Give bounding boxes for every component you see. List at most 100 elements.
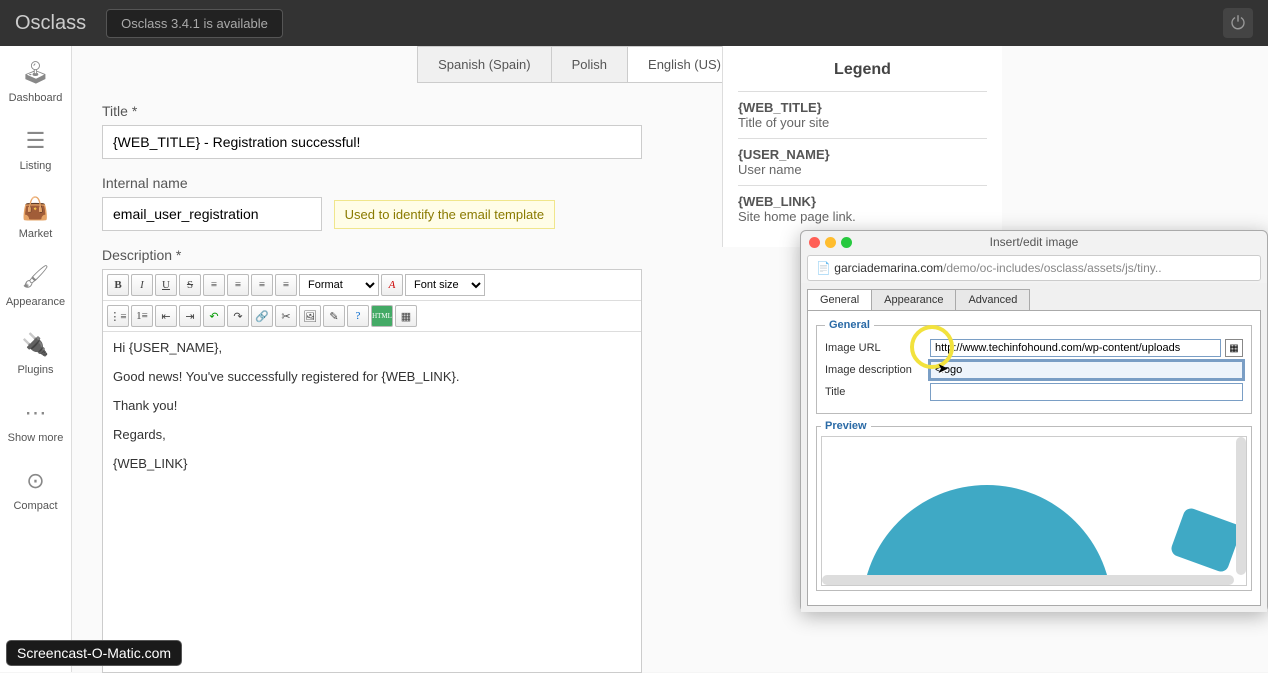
general-fieldset: General Image URL ▦ Image description Ti… [816, 319, 1252, 414]
power-icon[interactable]: ⏻ [1223, 8, 1253, 38]
strike-button[interactable]: S [179, 274, 201, 296]
rich-text-editor: B I U S ≡ ≡ ≡ ≡ Format A Font size ⋮≡ 1≡… [102, 269, 642, 673]
image-title-input[interactable] [930, 383, 1243, 401]
tab-polish[interactable]: Polish [551, 46, 628, 83]
window-titlebar: Insert/edit image [801, 231, 1267, 253]
align-left-button[interactable]: ≡ [203, 274, 225, 296]
horizontal-scrollbar[interactable] [822, 575, 1234, 585]
preview-fieldset: Preview [816, 420, 1252, 591]
url-host: garciademarina.com [834, 261, 943, 275]
sidebar-item-label: Appearance [6, 296, 65, 308]
brand: Osclass [15, 12, 86, 35]
image-url-input[interactable] [930, 339, 1221, 357]
description-label: Description * [102, 247, 642, 263]
sidebar-item-label: Plugins [17, 364, 53, 376]
email-template-form: Title * Internal name Used to identify t… [102, 103, 642, 673]
italic-button[interactable]: I [131, 274, 153, 296]
title-input[interactable] [102, 125, 642, 159]
image-desc-input[interactable] [930, 361, 1243, 379]
sidebar-item-dashboard[interactable]: 🕹Dashboard [0, 46, 71, 114]
vertical-scrollbar[interactable] [1236, 437, 1246, 575]
image-preview [821, 436, 1247, 586]
editor-line: Hi {USER_NAME}, [113, 340, 631, 355]
sidebar-item-compact[interactable]: ⊙Compact [0, 454, 71, 522]
legend-item: {WEB_LINK}Site home page link. [738, 185, 987, 232]
editor-line: Good news! You've successfully registere… [113, 369, 631, 384]
market-icon: 👜 [22, 196, 49, 222]
sidebar-item-plugins[interactable]: 🔌 Plugins [0, 318, 71, 386]
underline-button[interactable]: U [155, 274, 177, 296]
legend-item: {USER_NAME}User name [738, 138, 987, 185]
html-button[interactable]: HTML [371, 305, 393, 327]
help-button[interactable]: ? [347, 305, 369, 327]
indent-button[interactable]: ⇥ [179, 305, 201, 327]
sidebar-item-label: Listing [20, 160, 52, 172]
fieldset-legend: General [825, 319, 874, 331]
media-button[interactable]: ▦ [395, 305, 417, 327]
edit-button[interactable]: ✎ [323, 305, 345, 327]
compact-icon: ⊙ [26, 468, 44, 494]
unlink-button[interactable]: ✂ [275, 305, 297, 327]
link-button[interactable]: 🔗 [251, 305, 273, 327]
update-available-button[interactable]: Osclass 3.4.1 is available [106, 9, 283, 38]
fieldset-legend: Preview [821, 420, 871, 432]
editor-textarea[interactable]: Hi {USER_NAME}, Good news! You've succes… [103, 332, 641, 672]
tab-general[interactable]: General [807, 289, 872, 310]
align-justify-button[interactable]: ≡ [275, 274, 297, 296]
dialog-tabs: General Appearance Advanced [807, 289, 1261, 310]
align-center-button[interactable]: ≡ [227, 274, 249, 296]
sidebar-item-appearance[interactable]: 🖌 Appearance [0, 250, 71, 318]
sidebar: 🕹Dashboard ☰Listing 👜Market 🖌Appearance … [0, 46, 72, 672]
font-color-button[interactable]: A [381, 274, 403, 296]
format-select[interactable]: Format [299, 274, 379, 296]
align-right-button[interactable]: ≡ [251, 274, 273, 296]
image-desc-label: Image description [825, 364, 930, 376]
insert-image-dialog: Insert/edit image 📄 garciademarina.com /… [800, 230, 1268, 612]
window-title: Insert/edit image [801, 235, 1267, 249]
editor-toolbar-1: B I U S ≡ ≡ ≡ ≡ Format A Font size [103, 270, 641, 301]
browse-icon[interactable]: ▦ [1225, 339, 1243, 357]
outdent-button[interactable]: ⇤ [155, 305, 177, 327]
internal-hint: Used to identify the email template [334, 200, 555, 229]
tab-appearance[interactable]: Appearance [871, 289, 956, 310]
image-url-label: Image URL [825, 342, 930, 354]
plugins-icon: 🔌 [22, 332, 49, 358]
editor-line: {WEB_LINK} [113, 456, 631, 471]
title-label: Title * [102, 103, 642, 119]
redo-button[interactable]: ↷ [227, 305, 249, 327]
sidebar-item-showmore[interactable]: ⋯ Show more [0, 386, 71, 454]
image-title-label: Title [825, 386, 930, 398]
address-bar[interactable]: 📄 garciademarina.com /demo/oc-includes/o… [807, 255, 1261, 281]
sidebar-item-listing[interactable]: ☰ Listing [0, 114, 71, 182]
preview-image-shape [1169, 506, 1242, 574]
topbar: Osclass Osclass 3.4.1 is available ⏻ [0, 0, 1268, 46]
internal-label: Internal name [102, 175, 642, 191]
sidebar-item-label: Show more [8, 432, 64, 444]
appearance-icon: 🖌 [22, 264, 50, 290]
preview-image-shape [862, 485, 1112, 586]
bold-button[interactable]: B [107, 274, 129, 296]
image-button[interactable]: 🖼 [299, 305, 321, 327]
tab-spanish[interactable]: Spanish (Spain) [417, 46, 552, 83]
sidebar-item-market[interactable]: 👜 Market [0, 182, 71, 250]
internal-name-input[interactable] [102, 197, 322, 231]
editor-toolbar-2: ⋮≡ 1≡ ⇤ ⇥ ↶ ↷ 🔗 ✂ 🖼 ✎ ? HTML ▦ [103, 301, 641, 332]
url-path: /demo/oc-includes/osclass/assets/js/tiny… [943, 261, 1162, 275]
number-list-button[interactable]: 1≡ [131, 305, 153, 327]
editor-line: Regards, [113, 427, 631, 442]
legend-panel: Legend {WEB_TITLE}Title of your site {US… [722, 46, 1002, 247]
sidebar-item-label: Dashboard [9, 92, 63, 104]
legend-title: Legend [738, 61, 987, 79]
bullet-list-button[interactable]: ⋮≡ [107, 305, 129, 327]
fontsize-select[interactable]: Font size [405, 274, 485, 296]
legend-item: {WEB_TITLE}Title of your site [738, 91, 987, 138]
listing-icon: ☰ [26, 128, 46, 154]
more-icon: ⋯ [25, 400, 47, 426]
sidebar-item-label: Market [19, 228, 53, 240]
page-icon: 📄 [816, 261, 834, 275]
editor-line: Thank you! [113, 398, 631, 413]
watermark: Screencast-O-Matic.com [6, 640, 182, 666]
undo-button[interactable]: ↶ [203, 305, 225, 327]
tab-advanced[interactable]: Advanced [955, 289, 1030, 310]
language-tabs: Spanish (Spain) Polish English (US) [362, 46, 742, 83]
